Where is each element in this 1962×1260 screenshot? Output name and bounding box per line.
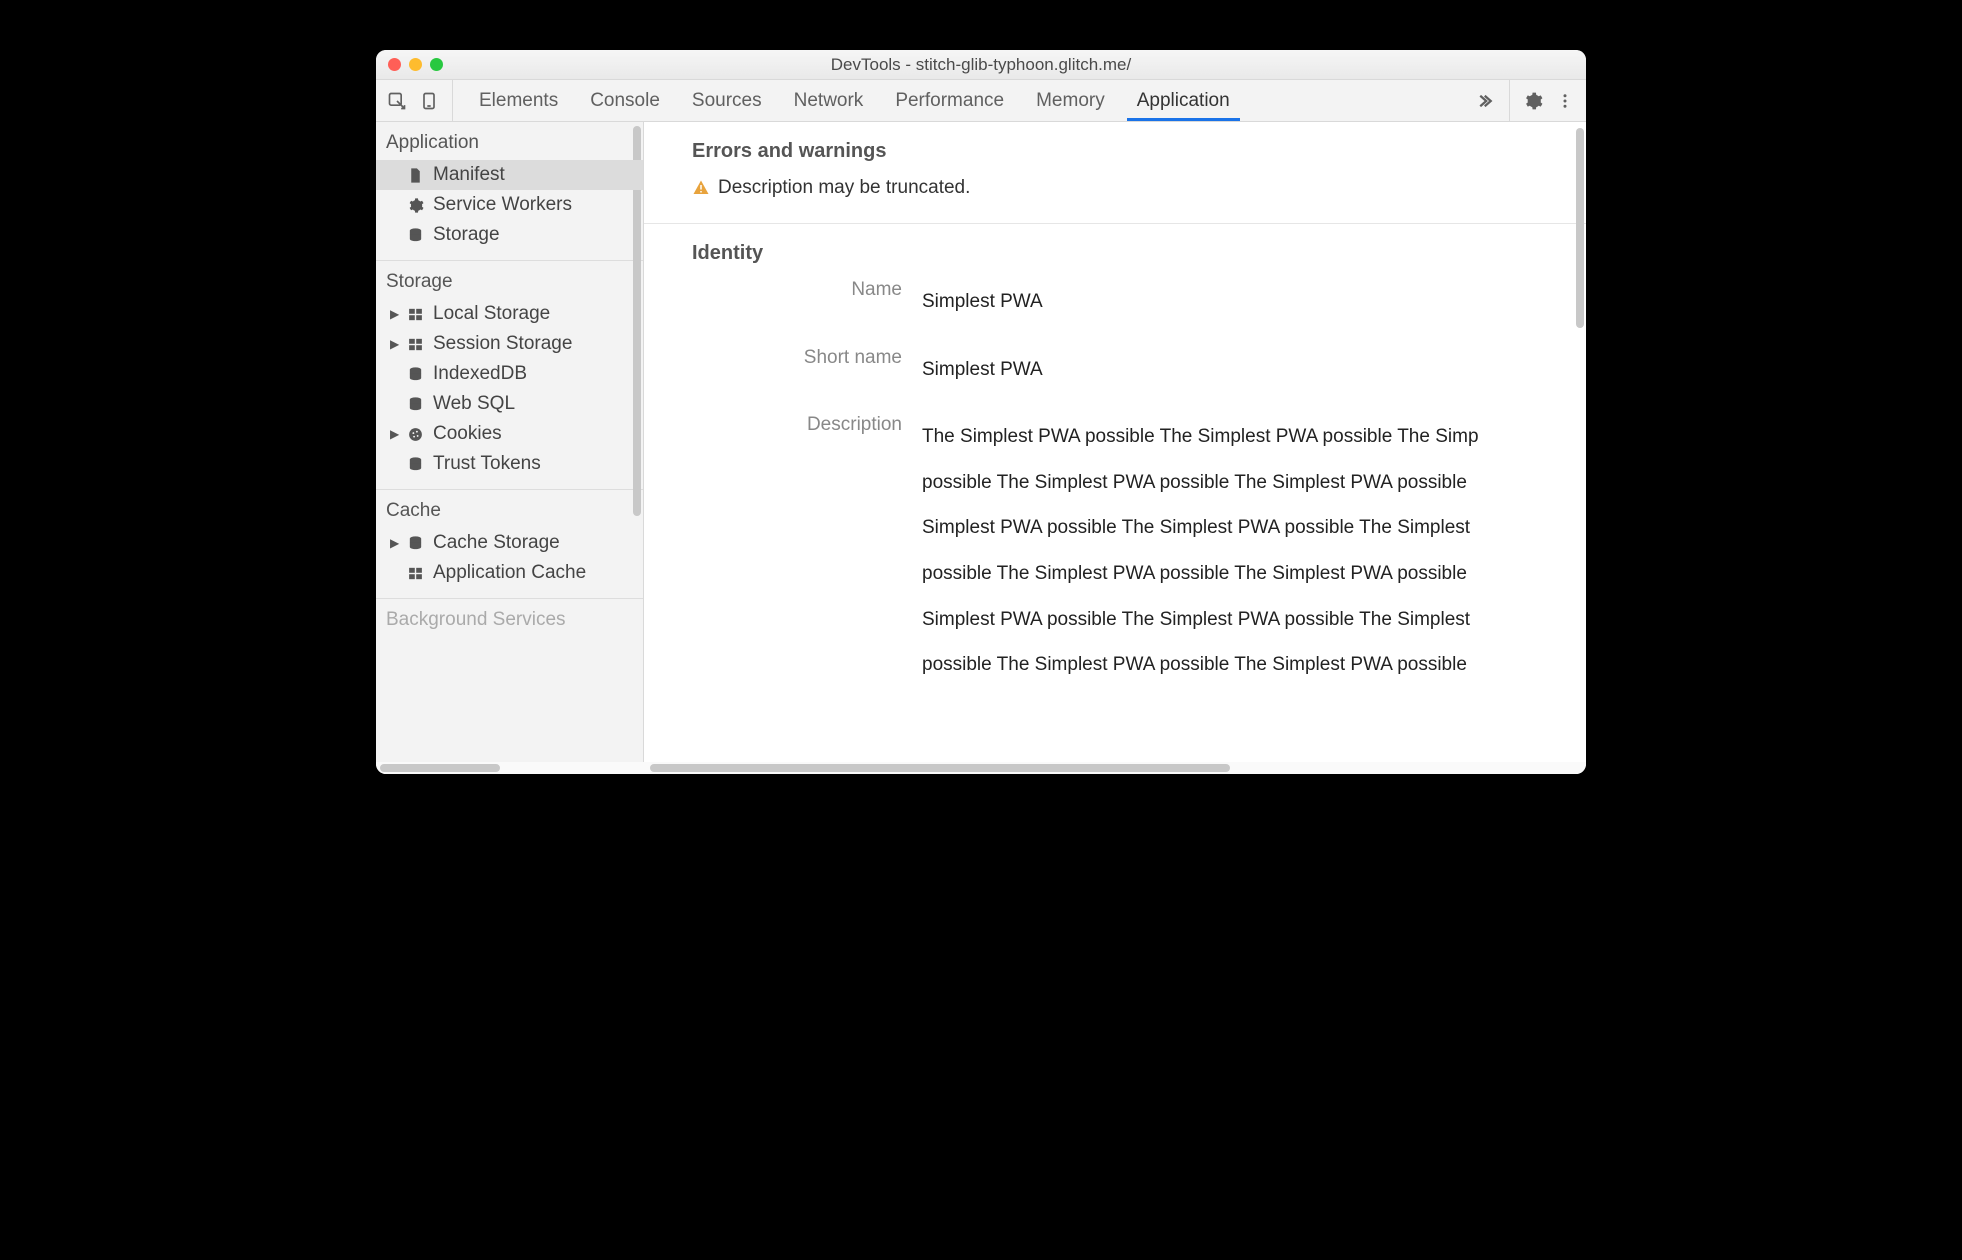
db-icon [406, 365, 425, 384]
tab-elements[interactable]: Elements [463, 80, 574, 121]
tab-application[interactable]: Application [1121, 80, 1246, 121]
tab-network[interactable]: Network [778, 80, 880, 121]
field-value: Simplest PWA [922, 279, 1043, 325]
close-window-button[interactable] [388, 58, 401, 71]
tab-sources[interactable]: Sources [676, 80, 778, 121]
cookie-icon [406, 425, 425, 444]
expand-arrow-icon[interactable]: ▶ [390, 536, 399, 550]
overflow-tabs-button[interactable] [1465, 80, 1503, 121]
sidebar-h-scrollbar[interactable] [380, 764, 500, 772]
sidebar-item-label: IndexedDB [433, 363, 527, 385]
window-title: DevTools - stitch-glib-typhoon.glitch.me… [376, 55, 1586, 75]
grid-icon [406, 305, 425, 324]
section-title: Identity [692, 242, 1538, 265]
sidebar-item-service-workers[interactable]: Service Workers [376, 190, 643, 220]
db-icon [406, 455, 425, 474]
sidebar-item-label: Local Storage [433, 303, 550, 325]
devtools-toolbar: ElementsConsoleSourcesNetworkPerformance… [376, 80, 1586, 122]
inspect-element-icon[interactable] [382, 86, 412, 116]
gear-icon [406, 196, 425, 215]
grid-icon [406, 564, 425, 583]
db-icon [406, 226, 425, 245]
field-label: Name [692, 279, 922, 301]
tab-console[interactable]: Console [574, 80, 676, 121]
minimize-window-button[interactable] [409, 58, 422, 71]
sidebar-item-application-cache[interactable]: Application Cache [376, 558, 643, 588]
identity-name-row: Name Simplest PWA [692, 279, 1538, 325]
toolbar-tabs: ElementsConsoleSourcesNetworkPerformance… [463, 80, 1465, 121]
sidebar-section-title: Cache [376, 490, 643, 528]
toolbar-left [382, 80, 453, 121]
application-sidebar[interactable]: Application Manifest Service Workers Storag… [376, 122, 644, 762]
maximize-window-button[interactable] [430, 58, 443, 71]
warning-text: Description may be truncated. [718, 177, 970, 199]
manifest-panel[interactable]: Errors and warnings Description may be t… [644, 122, 1586, 762]
section-title: Errors and warnings [692, 140, 1538, 163]
toolbar-right [1509, 80, 1580, 121]
kebab-menu-icon[interactable] [1550, 86, 1580, 116]
file-icon [406, 166, 425, 185]
sidebar-item-label: Service Workers [433, 194, 572, 216]
sidebar-section-title: Application [376, 122, 643, 160]
sidebar-item-web-sql[interactable]: Web SQL [376, 389, 643, 419]
db-icon [406, 395, 425, 414]
sidebar-item-session-storage[interactable]: ▶ Session Storage [376, 329, 643, 359]
settings-icon[interactable] [1518, 86, 1548, 116]
field-label: Description [692, 414, 922, 436]
expand-arrow-icon[interactable]: ▶ [390, 307, 399, 321]
errors-warnings-section: Errors and warnings Description may be t… [644, 122, 1586, 224]
content-scrollbar[interactable] [1576, 128, 1584, 328]
sidebar-item-trust-tokens[interactable]: Trust Tokens [376, 449, 643, 479]
sidebar-item-label: Application Cache [433, 562, 586, 584]
sidebar-item-label: Manifest [433, 164, 505, 186]
sidebar-item-label: Cookies [433, 423, 502, 445]
sidebar-item-storage[interactable]: Storage [376, 220, 643, 250]
field-value: The Simplest PWA possible The Simplest P… [922, 414, 1538, 688]
field-value: Simplest PWA [922, 347, 1043, 393]
traffic-lights [388, 58, 443, 71]
identity-section: Identity Name Simplest PWA Short name Si… [644, 224, 1586, 712]
sidebar-item-cookies[interactable]: ▶ Cookies [376, 419, 643, 449]
sidebar-item-indexeddb[interactable]: IndexedDB [376, 359, 643, 389]
db-icon [406, 534, 425, 553]
sidebar-item-label: Storage [433, 224, 500, 246]
identity-description-row: Description The Simplest PWA possible Th… [692, 414, 1538, 688]
sidebar-item-manifest[interactable]: Manifest [376, 160, 643, 190]
sidebar-item-label: Cache Storage [433, 532, 560, 554]
sidebar-item-label: Trust Tokens [433, 453, 541, 475]
sidebar-section-title-truncated: Background Services [376, 599, 643, 631]
tab-memory[interactable]: Memory [1020, 80, 1121, 121]
content-h-scrollbar[interactable] [650, 764, 1230, 772]
sidebar-item-label: Session Storage [433, 333, 572, 355]
titlebar: DevTools - stitch-glib-typhoon.glitch.me… [376, 50, 1586, 80]
warning-icon [692, 179, 710, 197]
sidebar-item-cache-storage[interactable]: ▶ Cache Storage [376, 528, 643, 558]
grid-icon [406, 335, 425, 354]
identity-shortname-row: Short name Simplest PWA [692, 347, 1538, 393]
devtools-window: DevTools - stitch-glib-typhoon.glitch.me… [376, 50, 1586, 774]
warning-row: Description may be truncated. [692, 177, 1538, 199]
device-toggle-icon[interactable] [414, 86, 444, 116]
expand-arrow-icon[interactable]: ▶ [390, 427, 399, 441]
sidebar-section-title: Storage [376, 261, 643, 299]
tab-performance[interactable]: Performance [879, 80, 1020, 121]
sidebar-item-label: Web SQL [433, 393, 515, 415]
devtools-body: Application Manifest Service Workers Storag… [376, 122, 1586, 762]
sidebar-item-local-storage[interactable]: ▶ Local Storage [376, 299, 643, 329]
field-label: Short name [692, 347, 922, 369]
bottom-scrollbars [376, 762, 1586, 774]
expand-arrow-icon[interactable]: ▶ [390, 337, 399, 351]
